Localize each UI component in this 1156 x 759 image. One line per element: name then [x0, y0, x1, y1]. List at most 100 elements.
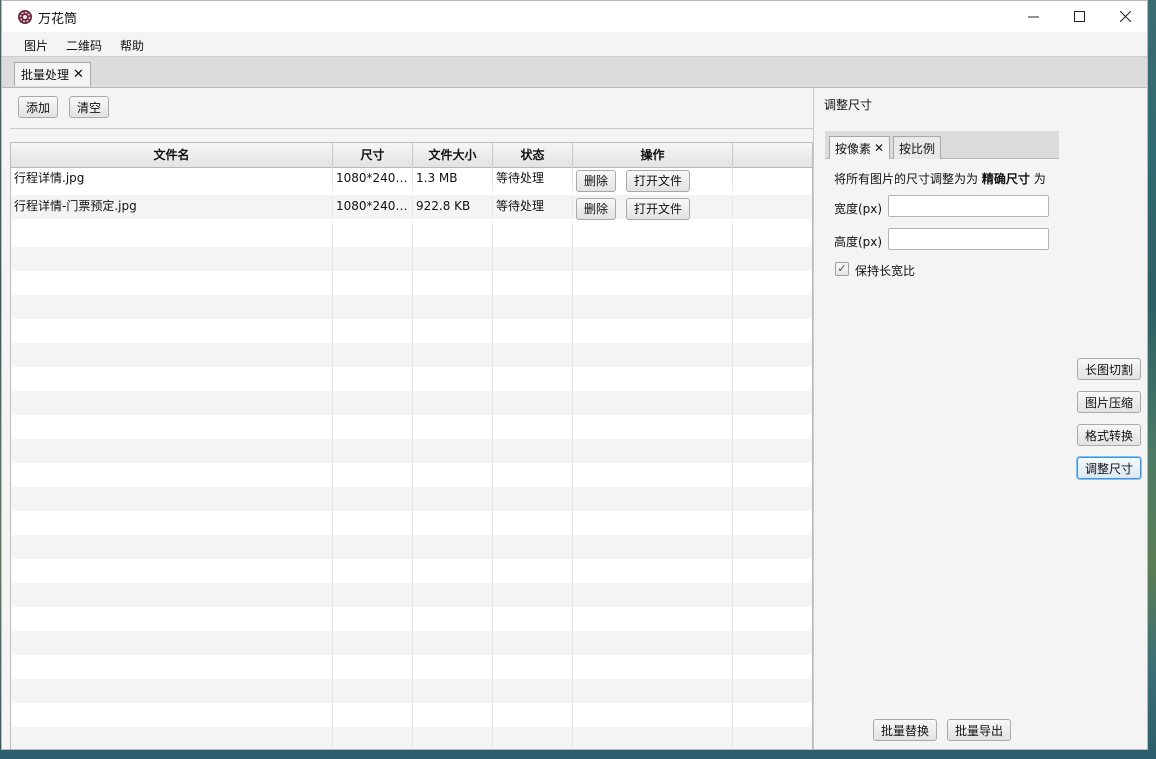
open-file-button[interactable]: 打开文件 — [626, 198, 691, 220]
empty-cell — [333, 655, 413, 679]
empty-cell — [733, 655, 812, 679]
empty-cell — [733, 607, 812, 631]
empty-table-row — [11, 487, 812, 511]
empty-cell — [573, 319, 733, 343]
empty-cell — [493, 223, 573, 247]
batch-export-button[interactable]: 批量导出 — [947, 719, 1012, 741]
empty-cell — [573, 367, 733, 391]
empty-cell — [733, 559, 812, 583]
empty-cell — [733, 535, 812, 559]
close-window-button[interactable] — [1102, 1, 1147, 32]
empty-cell — [573, 439, 733, 463]
minimize-icon — [1027, 16, 1039, 18]
empty-cell — [413, 703, 493, 727]
maximize-icon — [1073, 11, 1085, 22]
empty-cell — [573, 487, 733, 511]
main-tab-bar: 批量处理 ✕ — [2, 57, 1147, 88]
empty-cell — [11, 559, 333, 583]
column-header-size[interactable]: 尺寸 — [333, 143, 413, 167]
batch-replace-button[interactable]: 批量替换 — [873, 719, 938, 741]
empty-cell — [413, 607, 493, 631]
empty-cell — [11, 439, 333, 463]
column-header-actions[interactable]: 操作 — [573, 143, 733, 167]
empty-cell — [333, 271, 413, 295]
empty-cell — [11, 343, 333, 367]
empty-cell — [733, 703, 812, 727]
empty-table-row — [11, 319, 812, 343]
format-convert-button[interactable]: 格式转换 — [1077, 424, 1142, 446]
empty-cell — [413, 247, 493, 271]
empty-cell — [493, 631, 573, 655]
height-input[interactable] — [888, 228, 1049, 250]
delete-button[interactable]: 删除 — [576, 198, 617, 220]
menu-item-image[interactable]: 图片 — [24, 37, 48, 54]
cell-status: 等待处理 — [493, 167, 573, 191]
desc-suffix: 为 — [1033, 172, 1046, 186]
empty-cell — [11, 487, 333, 511]
resize-button[interactable]: 调整尺寸 — [1077, 457, 1142, 479]
height-label: 高度(px) — [834, 235, 883, 249]
empty-cell — [413, 391, 493, 415]
menu-item-help[interactable]: 帮助 — [120, 37, 144, 54]
empty-cell — [333, 343, 413, 367]
empty-cell — [493, 391, 573, 415]
tab-close-icon[interactable]: ✕ — [874, 141, 884, 155]
table-row[interactable]: 行程详情.jpg 1080*2400... 1.3 MB 等待处理 删除 打开文… — [11, 167, 812, 192]
empty-cell — [333, 439, 413, 463]
empty-cell — [413, 511, 493, 535]
delete-button[interactable]: 删除 — [576, 170, 617, 192]
width-input[interactable] — [888, 195, 1049, 217]
minimize-button[interactable] — [1010, 1, 1056, 32]
empty-cell — [493, 607, 573, 631]
column-header-status[interactable]: 状态 — [493, 143, 573, 167]
empty-cell — [11, 511, 333, 535]
empty-cell — [11, 367, 333, 391]
empty-cell — [573, 463, 733, 487]
empty-cell — [11, 415, 333, 439]
column-header-filler — [733, 143, 812, 167]
column-header-filesize[interactable]: 文件大小 — [413, 143, 493, 167]
empty-cell — [11, 607, 333, 631]
checkmark-icon: ✓ — [837, 262, 847, 275]
resize-mode-tabs: 按像素 ✕ 按比例 — [825, 131, 1059, 159]
empty-cell — [733, 295, 812, 319]
empty-table-row — [11, 703, 812, 727]
empty-cell — [333, 463, 413, 487]
empty-cell — [413, 319, 493, 343]
empty-cell — [493, 247, 573, 271]
desc-emphasis: 精确尺寸 — [981, 172, 1030, 186]
empty-cell — [413, 535, 493, 559]
empty-cell — [333, 535, 413, 559]
empty-cell — [493, 655, 573, 679]
maximize-button[interactable] — [1056, 1, 1102, 32]
menu-bar: 图片 二维码 帮助 — [2, 32, 1147, 57]
empty-cell — [413, 415, 493, 439]
long-image-split-button[interactable]: 长图切割 — [1077, 358, 1142, 380]
table-row[interactable]: 行程详情-门票预定.jpg 1080*2400... 922.8 KB 等待处理… — [11, 195, 812, 220]
empty-cell — [333, 295, 413, 319]
empty-cell — [413, 463, 493, 487]
tab-batch-process[interactable]: 批量处理 ✕ — [14, 62, 91, 86]
cell-size: 1080*2400... — [333, 167, 413, 191]
empty-cell — [333, 415, 413, 439]
empty-cell — [573, 415, 733, 439]
menu-item-qrcode[interactable]: 二维码 — [66, 37, 102, 54]
panel-title: 调整尺寸 — [824, 98, 873, 112]
open-file-button[interactable]: 打开文件 — [626, 170, 691, 192]
empty-cell — [413, 271, 493, 295]
tab-by-pixel[interactable]: 按像素 ✕ — [829, 136, 891, 159]
empty-cell — [413, 631, 493, 655]
add-button[interactable]: 添加 — [18, 96, 59, 118]
clear-button[interactable]: 清空 — [69, 96, 110, 118]
tab-close-icon[interactable]: ✕ — [73, 67, 84, 82]
empty-cell — [493, 271, 573, 295]
image-compress-button[interactable]: 图片压缩 — [1077, 391, 1142, 413]
empty-cell — [413, 367, 493, 391]
empty-cell — [733, 415, 812, 439]
column-header-filename[interactable]: 文件名 — [11, 143, 333, 167]
empty-table-row — [11, 511, 812, 535]
tab-by-ratio[interactable]: 按比例 — [893, 136, 942, 159]
empty-table-row — [11, 535, 812, 559]
keep-aspect-checkbox[interactable]: ✓ — [835, 262, 849, 276]
empty-cell — [11, 295, 333, 319]
